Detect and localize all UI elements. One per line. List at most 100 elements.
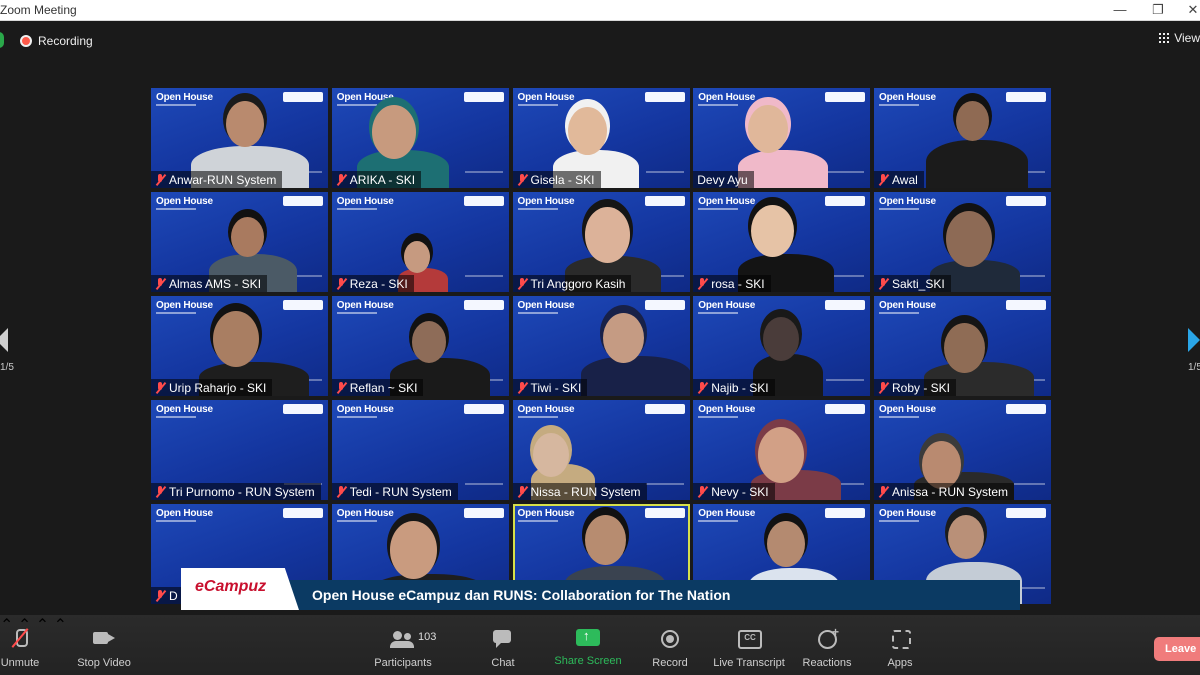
meeting-controls: Unmute ⌃ Stop Video ⌃ Participants 103 ⌃…	[0, 615, 1200, 675]
muted-mic-icon	[155, 381, 165, 394]
share-screen-label: Share Screen	[554, 655, 622, 667]
participant-name: Devy Ayu	[697, 172, 748, 187]
video-tile[interactable]: Open House rosa - SKI	[693, 192, 871, 292]
participant-name: Tri Purnomo - RUN System	[169, 484, 315, 499]
participant-name: Awal	[892, 172, 918, 187]
participant-name: rosa - SKI	[711, 276, 765, 291]
participant-nameplate: Roby - SKI	[874, 379, 957, 396]
video-tile[interactable]: Open House Awal	[874, 88, 1051, 188]
close-button[interactable]: ✕	[1178, 1, 1200, 19]
participant-nameplate: D	[151, 587, 184, 604]
video-tile[interactable]: Open House Tri Anggoro Kasih	[512, 192, 690, 292]
record-label: Record	[652, 657, 688, 669]
unmute-button[interactable]: Unmute	[0, 615, 40, 675]
reactions-icon	[814, 625, 840, 649]
restore-button[interactable]: ❐	[1143, 1, 1173, 19]
video-tile[interactable]: Open House Nevy - SKI	[693, 400, 871, 500]
event-caption: Open House eCampuz dan RUNS: Collaborati…	[312, 587, 731, 603]
video-tile[interactable]: Open House Devy Ayu	[693, 88, 871, 188]
participant-name: Nevy - SKI	[711, 484, 769, 499]
stop-video-button[interactable]: Stop Video	[76, 615, 132, 675]
participant-name: Anwar-RUN System	[169, 172, 277, 187]
video-tile[interactable]: Open House Anissa - RUN System	[874, 400, 1051, 500]
video-tile[interactable]: Open House ARIKA - SKI	[331, 88, 509, 188]
participants-button[interactable]: Participants	[372, 615, 434, 675]
apps-icon	[887, 629, 913, 649]
video-tile[interactable]: Open House Anwar-RUN System	[151, 88, 328, 188]
share-screen-icon	[575, 627, 601, 647]
live-transcript-button[interactable]: Live Transcript	[712, 615, 786, 675]
participant-name: Reflan ~ SKI	[349, 380, 418, 395]
participant-nameplate: Awal	[874, 171, 924, 188]
muted-mic-icon	[517, 173, 527, 186]
chat-button[interactable]: Chat	[484, 615, 522, 675]
page-indicator-left: 1/5	[0, 362, 14, 373]
participant-nameplate: Najib - SKI	[693, 379, 775, 396]
gallery-view: Open House Anwar-RUN System Open House ARIK…	[151, 88, 1051, 604]
participant-nameplate: Reflan ~ SKI	[331, 379, 424, 396]
muted-mic-icon	[155, 277, 165, 290]
participant-name: Roby - SKI	[892, 380, 951, 395]
participant-nameplate: Sakti_SKI	[874, 275, 951, 292]
video-tile[interactable]: Open House Najib - SKI	[693, 296, 871, 396]
recording-indicator[interactable]: Recording	[14, 30, 101, 52]
muted-mic-icon	[155, 173, 165, 186]
sponsor-logo	[283, 404, 323, 414]
video-tile[interactable]: Open House Tiwi - SKI	[512, 296, 690, 396]
muted-mic-icon	[155, 589, 165, 602]
chevron-left-icon	[0, 328, 8, 352]
video-tile[interactable]: Open House Roby - SKI	[874, 296, 1051, 396]
reactions-button[interactable]: Reactions	[801, 615, 853, 675]
closed-caption-icon	[736, 629, 762, 649]
participant-nameplate: Tri Anggoro Kasih	[512, 275, 632, 292]
participant-nameplate: rosa - SKI	[693, 275, 771, 292]
video-tile[interactable]: Open House Nissa - RUN System	[512, 400, 690, 500]
participant-name: Almas AMS - SKI	[169, 276, 262, 291]
video-tile[interactable]: Open House Almas AMS - SKI	[151, 192, 328, 292]
participants-label: Participants	[374, 657, 432, 669]
participant-name: Urip Raharjo - SKI	[169, 380, 267, 395]
title-bar: Zoom Meeting — ❐ ✕	[0, 0, 1200, 21]
muted-mic-icon	[697, 381, 707, 394]
share-screen-button[interactable]: Share Screen	[553, 615, 623, 675]
apps-button[interactable]: Apps	[884, 615, 916, 675]
view-button[interactable]: View	[1159, 31, 1200, 45]
video-tile[interactable]: Open House Reflan ~ SKI	[331, 296, 509, 396]
muted-mic-icon	[517, 277, 527, 290]
chat-label: Chat	[491, 657, 515, 669]
apps-label: Apps	[887, 657, 913, 669]
video-tile[interactable]: Open House Reza - SKI	[331, 192, 509, 292]
leave-button[interactable]: Leave	[1154, 637, 1200, 661]
live-transcript-label: Live Transcript	[713, 657, 785, 669]
participant-nameplate: Tri Purnomo - RUN System	[151, 483, 321, 500]
participant-name: Tedi - RUN System	[349, 484, 452, 499]
banner-date-line	[464, 483, 503, 485]
record-button[interactable]: Record	[650, 615, 690, 675]
chat-options-caret-icon[interactable]: ⌃	[54, 617, 67, 634]
security-shield-icon[interactable]	[0, 32, 4, 48]
page-indicator-right: 1/5	[1188, 362, 1200, 373]
participant-nameplate: Reza - SKI	[331, 275, 414, 292]
participant-name: Najib - SKI	[711, 380, 769, 395]
muted-mic-icon	[336, 173, 346, 186]
participants-icon	[390, 629, 416, 649]
participant-name: Tri Anggoro Kasih	[530, 276, 626, 291]
video-tile[interactable]: Open House Tedi - RUN System	[331, 400, 509, 500]
muted-mic-icon	[336, 277, 346, 290]
previous-page-button[interactable]: 1/5	[0, 328, 20, 388]
broadcast-lower-third: eCampuz Open House eCampuz dan RUNS: Col…	[181, 568, 1020, 610]
virtual-background-banner: Open House	[336, 404, 394, 415]
video-tile[interactable]: Open House Gisela - SKI	[512, 88, 690, 188]
reactions-label: Reactions	[802, 657, 852, 669]
video-tile[interactable]: Open House Sakti_SKI	[874, 192, 1051, 292]
chevron-right-icon	[1188, 328, 1200, 352]
video-tile[interactable]: Open House Urip Raharjo - SKI	[151, 296, 328, 396]
participant-nameplate: Nevy - SKI	[693, 483, 775, 500]
banner-subtitle-line	[336, 416, 377, 418]
minimize-button[interactable]: —	[1105, 1, 1135, 19]
participant-nameplate: Anwar-RUN System	[151, 171, 283, 188]
video-tile[interactable]: Open House Tri Purnomo - RUN System	[151, 400, 328, 500]
muted-mic-icon	[878, 173, 888, 186]
next-page-button[interactable]: 1/5	[1180, 328, 1200, 388]
participant-name: Tiwi - SKI	[530, 380, 582, 395]
